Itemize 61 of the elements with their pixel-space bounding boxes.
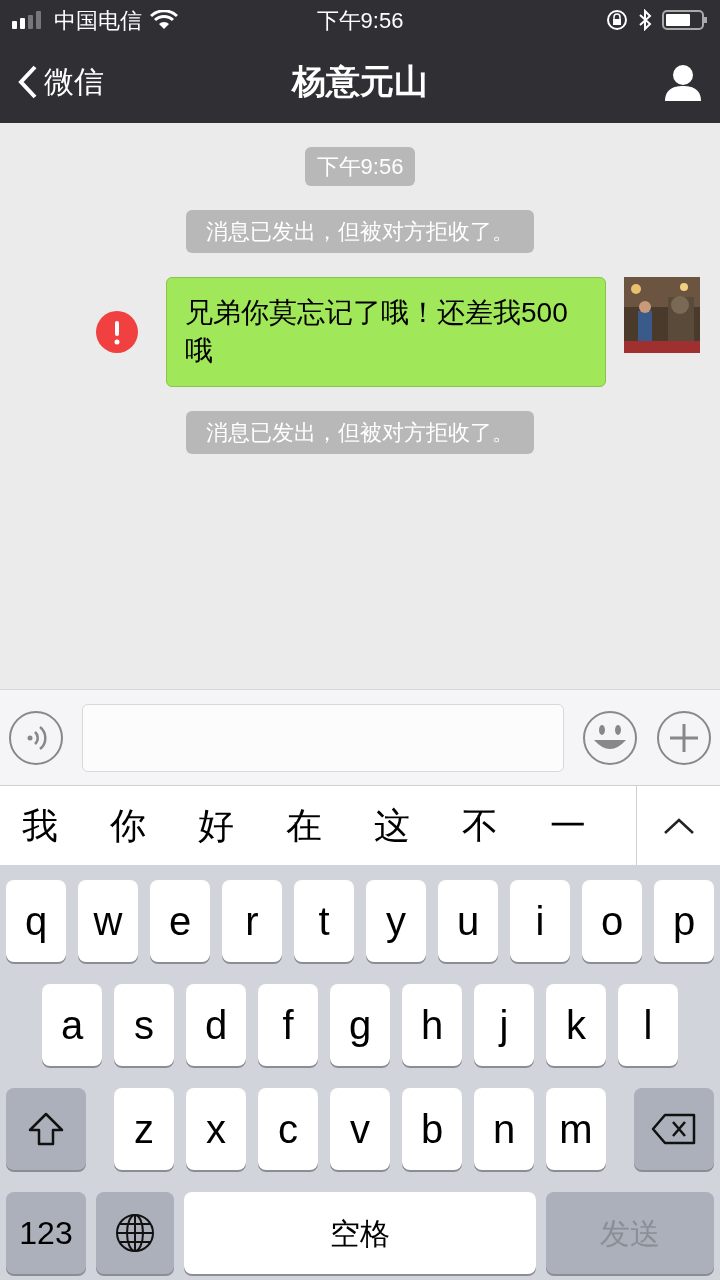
letter-key[interactable]: j [474,984,534,1066]
backspace-icon [651,1113,697,1145]
letter-key[interactable]: w [78,880,138,962]
letter-key[interactable]: g [330,984,390,1066]
letter-key[interactable]: m [546,1088,606,1170]
emoji-icon[interactable] [582,709,638,766]
letter-key[interactable]: p [654,880,714,962]
candidate-word[interactable]: 不 [462,798,498,853]
candidate-word[interactable]: 你 [110,798,146,853]
globe-icon [115,1213,155,1253]
rotation-lock-icon [606,9,628,31]
expand-icon[interactable] [662,816,695,835]
letter-key[interactable]: d [186,984,246,1066]
letter-key[interactable]: l [618,984,678,1066]
letter-key[interactable]: v [330,1088,390,1170]
letter-key[interactable]: z [114,1088,174,1170]
letter-key[interactable]: c [258,1088,318,1170]
system-notice: 消息已发出，但被对方拒收了。 [186,210,534,253]
bluetooth-icon [638,9,652,31]
voice-icon[interactable] [8,709,64,766]
shift-icon [28,1112,64,1146]
letter-key[interactable]: y [366,880,426,962]
message-bubble: 兄弟你莫忘记了哦！还差我500哦 [166,277,606,387]
letter-key[interactable]: s [114,984,174,1066]
letter-key[interactable]: x [186,1088,246,1170]
letter-key[interactable]: o [582,880,642,962]
message-input[interactable] [82,703,564,772]
letter-key[interactable]: f [258,984,318,1066]
globe-key[interactable] [96,1192,174,1274]
candidate-word[interactable]: 好 [198,798,234,853]
back-button[interactable]: 微信 [18,59,104,104]
person-icon[interactable] [664,62,702,101]
space-key[interactable]: 空格 [184,1192,536,1274]
candidate-word[interactable]: 在 [286,798,322,853]
chevron-left-icon [18,64,38,99]
letter-key[interactable]: q [6,880,66,962]
delete-key[interactable] [634,1088,714,1170]
candidate-word[interactable]: 我 [22,798,58,853]
numbers-key[interactable]: 123 [6,1192,86,1274]
letter-key[interactable]: i [510,880,570,962]
letter-key[interactable]: n [474,1088,534,1170]
carrier-name: 中国电信 [54,6,142,35]
wifi-icon [150,10,178,30]
plus-icon[interactable] [656,709,712,766]
letter-key[interactable]: u [438,880,498,962]
shift-key[interactable] [6,1088,86,1170]
chat-title: 杨意元山 [292,61,428,102]
candidate-word[interactable]: 这 [374,798,410,853]
letter-key[interactable]: b [402,1088,462,1170]
system-notice: 消息已发出，但被对方拒收了。 [186,411,534,454]
letter-key[interactable]: a [42,984,102,1066]
clock: 下午9:56 [316,6,404,35]
battery-icon [662,9,708,31]
candidate-word[interactable]: 一 [550,798,586,853]
timestamp: 下午9:56 [304,147,416,186]
letter-key[interactable]: r [222,880,282,962]
letter-key[interactable]: h [402,984,462,1066]
error-icon[interactable] [96,311,138,353]
letter-key[interactable]: t [294,880,354,962]
letter-key[interactable]: e [150,880,210,962]
letter-key[interactable]: k [546,984,606,1066]
